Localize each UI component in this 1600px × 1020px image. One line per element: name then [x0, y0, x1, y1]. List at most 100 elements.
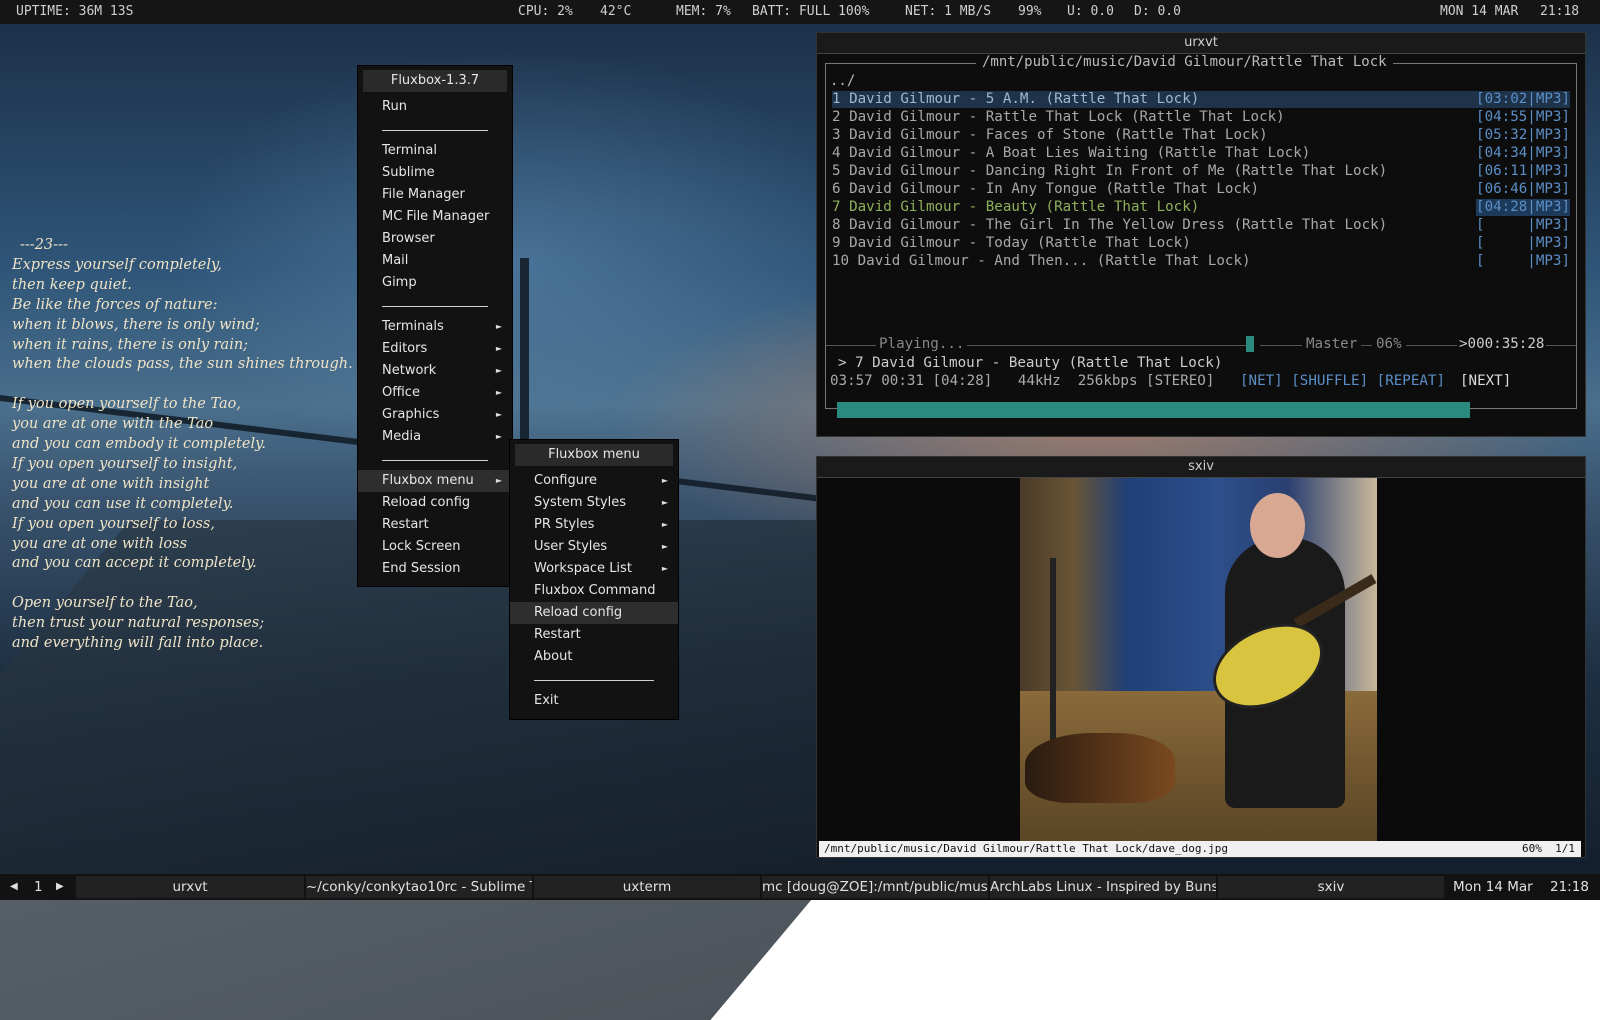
menu-item-terminals[interactable]: Terminals ►	[358, 316, 512, 338]
track-row[interactable]: 10 David Gilmour - And Then... (Rattle T…	[832, 253, 1570, 270]
menu-item-label: Graphics	[382, 407, 440, 422]
sxiv-window[interactable]: sxiv /mnt/public/music/David Gilmour/Rat…	[816, 456, 1586, 858]
window-title[interactable]: sxiv	[817, 457, 1585, 478]
workspace-prev-icon[interactable]: ◀	[10, 874, 18, 900]
menu-item-editors[interactable]: Editors ►	[358, 338, 512, 360]
quote-line: when the clouds pass, the sun shines thr…	[12, 356, 353, 373]
urxvt-window[interactable]: urxvt /mnt/public/music/David Gilmour/Ra…	[816, 32, 1586, 437]
master-volume: 06%	[1372, 336, 1406, 352]
quote-line: you are at one with the Tao	[12, 416, 214, 433]
menu-item-lock-screen[interactable]: Lock Screen	[358, 536, 512, 558]
menu-item-run[interactable]: Run	[358, 96, 512, 118]
top-status-bar: UPTIME: 36M 13S CPU: 2% 42°C MEM: 7% BAT…	[0, 0, 1600, 24]
zoom-level: 60%	[1522, 842, 1542, 855]
track-duration: [06:46|MP3]	[1476, 181, 1570, 197]
track-row[interactable]: 3 David Gilmour - Faces of Stone (Rattle…	[832, 127, 1570, 144]
submenu-arrow-icon: ►	[661, 520, 668, 529]
track-row[interactable]: 4 David Gilmour - A Boat Lies Waiting (R…	[832, 145, 1570, 162]
submenu-item-pr-styles[interactable]: PR Styles ►	[510, 514, 678, 536]
menu-item-end-session[interactable]: End Session	[358, 558, 512, 580]
menu-item-browser[interactable]: Browser	[358, 228, 512, 250]
track-row[interactable]: 9 David Gilmour - Today (Rattle That Loc…	[832, 235, 1570, 252]
menu-item-label: Terminals	[382, 319, 444, 334]
taskbar-item-sublime[interactable]: ~/conky/conkytao10rc - Sublime T	[306, 876, 532, 898]
window-title[interactable]: urxvt	[817, 33, 1585, 54]
clock: 21:18	[1540, 4, 1580, 19]
quote-line: and you can use it completely.	[12, 495, 234, 512]
quote-line: when it blows, there is only wind;	[12, 316, 260, 333]
track-row[interactable]: 5 David Gilmour - Dancing Right In Front…	[832, 163, 1570, 180]
submenu-item-fluxbox-command[interactable]: Fluxbox Command	[510, 580, 678, 602]
menu-item-graphics[interactable]: Graphics ►	[358, 404, 512, 426]
menu-item-reload-config[interactable]: Reload config	[358, 492, 512, 514]
quote-line: when it rains, there is only rain;	[12, 336, 249, 353]
net-percent: 99%	[1018, 4, 1042, 19]
workspace-next-icon[interactable]: ▶	[56, 874, 64, 900]
submenu-arrow-icon: ►	[495, 344, 502, 353]
track-name: 1 David Gilmour - 5 A.M. (Rattle That Lo…	[832, 91, 1200, 107]
menu-item-label: Fluxbox menu	[382, 473, 474, 488]
cpu-usage: CPU: 2%	[518, 4, 573, 19]
quote-line: you are at one with insight	[12, 475, 210, 492]
playback-progress-bar[interactable]	[837, 402, 1470, 418]
menu-item-media[interactable]: Media ►	[358, 426, 512, 448]
battery: BATT: FULL 100%	[752, 4, 870, 19]
menu-item-label: Workspace List	[534, 561, 632, 576]
track-duration: [06:11|MP3]	[1476, 163, 1570, 179]
submenu-arrow-icon: ►	[661, 564, 668, 573]
taskbar-clock: 21:18	[1550, 879, 1589, 895]
submenu-item-system-styles[interactable]: System Styles ►	[510, 492, 678, 514]
menu-item-file-manager[interactable]: File Manager	[358, 184, 512, 206]
submenu-item-configure[interactable]: Configure ►	[510, 470, 678, 492]
music-player: /mnt/public/music/David Gilmour/Rattle T…	[825, 54, 1577, 409]
menu-item-terminal[interactable]: Terminal	[358, 140, 512, 162]
directory-path: /mnt/public/music/David Gilmour/Rattle T…	[976, 54, 1393, 70]
submenu-arrow-icon: ►	[495, 410, 502, 419]
menu-item-mc-file-manager[interactable]: MC File Manager	[358, 206, 512, 228]
menu-item-restart[interactable]: Restart	[358, 514, 512, 536]
submenu-item-restart[interactable]: Restart	[510, 624, 678, 646]
taskbar-item-urxvt[interactable]: urxvt	[76, 876, 304, 898]
submenu-item-reload-config[interactable]: Reload config	[510, 602, 678, 624]
master-label: Master	[1302, 336, 1362, 352]
menu-item-mail[interactable]: Mail	[358, 250, 512, 272]
menu-item-label: Office	[382, 385, 420, 400]
quote-line: If you open yourself to loss,	[12, 515, 215, 532]
track-row[interactable]: 8 David Gilmour - The Girl In The Yellow…	[832, 217, 1570, 234]
next-indicator: [NEXT]	[1460, 373, 1512, 389]
submenu-arrow-icon: ►	[661, 498, 668, 507]
track-duration: [04:34|MP3]	[1476, 145, 1570, 161]
quote-line: then trust your natural responses;	[12, 615, 265, 632]
menu-item-gimp[interactable]: Gimp	[358, 272, 512, 294]
submenu-arrow-icon: ►	[495, 432, 502, 441]
taskbar-item-sxiv[interactable]: sxiv	[1218, 876, 1444, 898]
menu-item-fluxbox-menu[interactable]: Fluxbox menu ►	[358, 470, 512, 492]
menu-item-label: System Styles	[534, 495, 627, 510]
track-row[interactable]: 1 David Gilmour - 5 A.M. (Rattle That Lo…	[832, 91, 1570, 108]
submenu-item-user-styles[interactable]: User Styles ►	[510, 536, 678, 558]
taskbar: ◀ 1 ▶ urxvt ~/conky/conkytao10rc - Subli…	[0, 874, 1600, 900]
quote-line: then keep quiet.	[12, 276, 132, 293]
taskbar-item-mc[interactable]: mc [doug@ZOE]:/mnt/public/musi	[762, 876, 988, 898]
parent-dir-entry[interactable]: ../	[830, 73, 855, 89]
taskbar-item-uxterm[interactable]: uxterm	[534, 876, 760, 898]
uptime: UPTIME: 36M 13S	[16, 4, 134, 19]
submenu-title: Fluxbox menu	[515, 444, 673, 466]
taskbar-item-browser[interactable]: ArchLabs Linux - Inspired by Bunse	[990, 876, 1216, 898]
submenu-item-about[interactable]: About	[510, 646, 678, 668]
menu-item-sublime[interactable]: Sublime	[358, 162, 512, 184]
quote-line: Open yourself to the Tao,	[12, 595, 198, 612]
track-row[interactable]: 2 David Gilmour - Rattle That Lock (Ratt…	[832, 109, 1570, 126]
track-name: 4 David Gilmour - A Boat Lies Waiting (R…	[832, 145, 1311, 161]
menu-item-office[interactable]: Office ►	[358, 382, 512, 404]
total-time: >000:35:28	[1457, 336, 1547, 352]
track-duration: [ |MP3]	[1476, 253, 1570, 269]
submenu-item-exit[interactable]: Exit	[510, 690, 678, 712]
submenu-item-workspace-list[interactable]: Workspace List ►	[510, 558, 678, 580]
date: MON 14 MAR	[1440, 4, 1519, 19]
track-name: 8 David Gilmour - The Girl In The Yellow…	[832, 217, 1388, 233]
track-row-playing[interactable]: 7 David Gilmour - Beauty (Rattle That Lo…	[832, 199, 1570, 216]
quote-line: and you can accept it completely.	[12, 555, 257, 572]
track-row[interactable]: 6 David Gilmour - In Any Tongue (Rattle …	[832, 181, 1570, 198]
menu-item-network[interactable]: Network ►	[358, 360, 512, 382]
